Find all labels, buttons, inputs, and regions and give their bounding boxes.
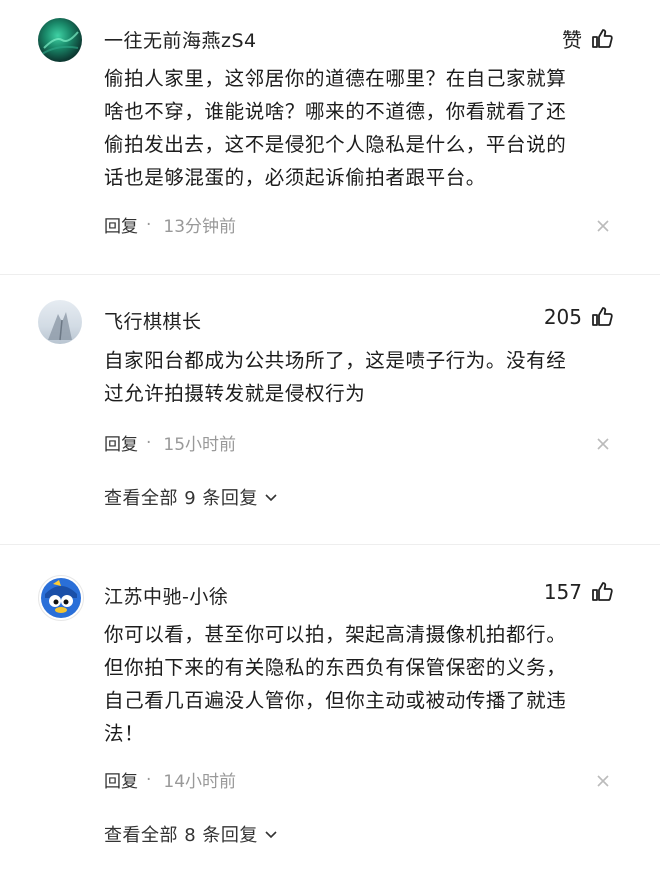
comment-line: 自家阳台都成为公共场所了，这是啧子行为。没有经 xyxy=(104,349,567,372)
reply-button[interactable]: 回复 xyxy=(104,767,138,792)
like-button[interactable]: 赞 xyxy=(562,24,614,53)
timestamp: 13分钟前 xyxy=(163,217,237,237)
avatar-image xyxy=(41,578,81,618)
view-all-replies-button[interactable]: 查看全部 9 条回复 xyxy=(104,484,278,510)
comment-line: 过允许拍摄转发就是侵权行为 xyxy=(104,382,366,405)
close-icon[interactable] xyxy=(596,219,610,233)
avatar[interactable] xyxy=(38,575,84,621)
reply-button[interactable]: 回复 xyxy=(104,430,138,455)
comment-line: 话也是够混蛋的，必须起诉偷拍者跟平台。 xyxy=(104,166,486,189)
separator-dot: · xyxy=(146,769,152,790)
chevron-down-icon xyxy=(265,831,277,839)
view-all-replies-label: 查看全部 9 条回复 xyxy=(104,488,258,509)
view-all-replies-button[interactable]: 查看全部 8 条回复 xyxy=(104,821,278,847)
separator-dot: · xyxy=(146,432,152,453)
comment-line: 你可以看，甚至你可以拍，架起高清摄像机拍都行。 xyxy=(104,623,567,646)
comment-text: 你可以看，甚至你可以拍，架起高清摄像机拍都行。 但你拍下来的有关隐私的东西负有保… xyxy=(104,618,624,750)
timestamp: 14小时前 xyxy=(163,772,237,792)
comment-text: 自家阳台都成为公共场所了，这是啧子行为。没有经 过允许拍摄转发就是侵权行为 xyxy=(104,344,624,410)
avatar[interactable] xyxy=(38,18,82,62)
timestamp: 15小时前 xyxy=(163,435,237,455)
username[interactable]: 一往无前海燕zS4 xyxy=(104,26,257,53)
comment-meta: 回复 · 14小时前 xyxy=(104,767,237,793)
avatar-image xyxy=(41,31,79,55)
divider xyxy=(0,544,660,545)
thumbs-up-icon xyxy=(592,307,613,326)
like-count: 157 xyxy=(543,580,582,604)
comment-line: 偷拍人家里，这邻居你的道德在哪里？在自己家就算 xyxy=(104,67,567,90)
username[interactable]: 江苏中驰-小徐 xyxy=(104,582,228,609)
username[interactable]: 飞行棋棋长 xyxy=(104,307,202,334)
view-all-replies-label: 查看全部 8 条回复 xyxy=(104,825,258,846)
like-button[interactable]: 205 xyxy=(544,305,614,329)
close-icon[interactable] xyxy=(596,437,610,451)
comment-line: 自己看几百遍没人管你，但你主动或被动传播了就违 xyxy=(104,689,567,712)
comment-line: 法！ xyxy=(104,722,145,745)
like-label: 赞 xyxy=(562,28,582,52)
like-button[interactable]: 157 xyxy=(544,580,614,604)
chevron-down-icon xyxy=(265,494,277,502)
comment-line: 但你拍下来的有关隐私的东西负有保管保密的义务， xyxy=(104,656,567,679)
like-count: 205 xyxy=(543,305,582,329)
comment-text: 偷拍人家里，这邻居你的道德在哪里？在自己家就算 啥也不穿，谁能说啥？哪来的不道德… xyxy=(104,62,624,194)
close-icon[interactable] xyxy=(596,774,610,788)
avatar-image xyxy=(48,312,72,341)
comment-line: 啥也不穿，谁能说啥？哪来的不道德，你看就看了还 xyxy=(104,100,567,123)
thumbs-up-icon xyxy=(592,582,613,601)
comment-meta: 回复 · 15小时前 xyxy=(104,430,237,456)
reply-button[interactable]: 回复 xyxy=(104,212,138,237)
avatar[interactable] xyxy=(38,300,82,344)
comment-meta: 回复 · 13分钟前 xyxy=(104,212,237,238)
thumbs-up-icon xyxy=(592,28,613,48)
separator-dot: · xyxy=(146,214,152,235)
comment-line: 偷拍发出去，这不是侵犯个人隐私是什么，平台说的 xyxy=(104,133,567,156)
divider xyxy=(0,274,660,275)
